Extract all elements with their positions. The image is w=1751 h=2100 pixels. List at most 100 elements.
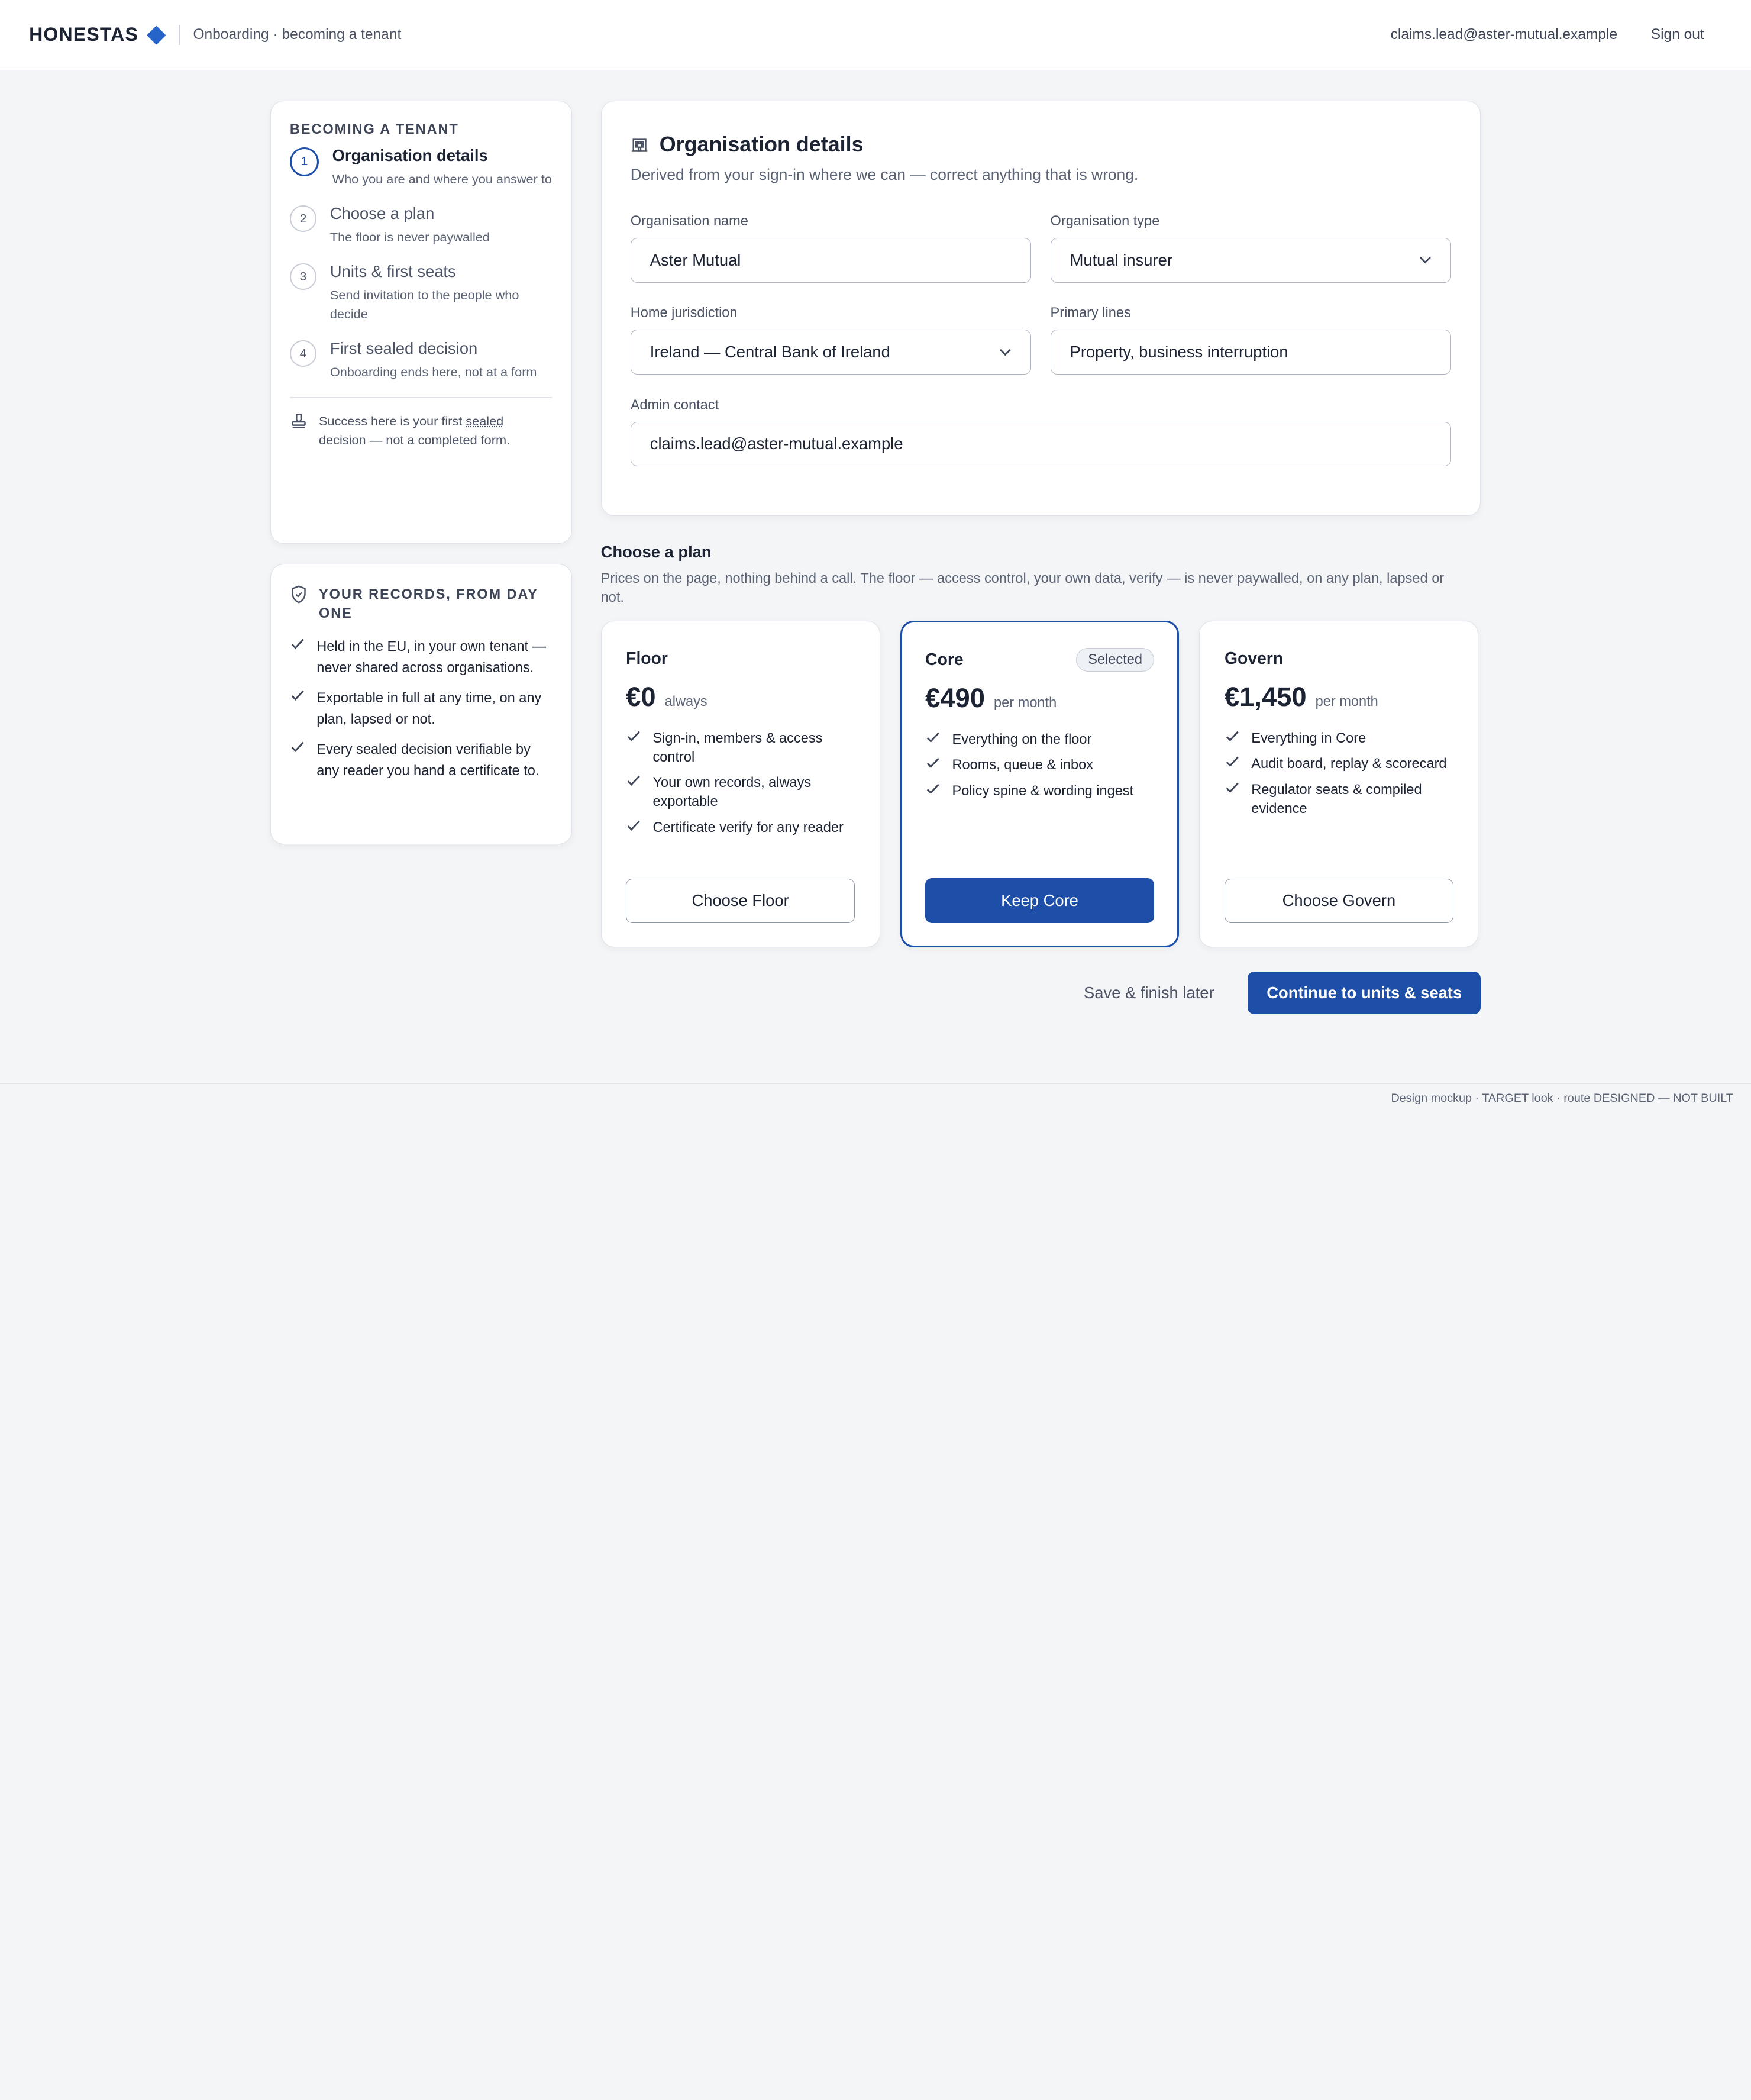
plan-feature-text: Audit board, replay & scorecard xyxy=(1251,756,1447,772)
save-finish-later-link[interactable]: Save & finish later xyxy=(1084,983,1214,1002)
records-header: YOUR RECORDS, FROM DAY ONE xyxy=(290,585,553,622)
steps-heading: BECOMING A TENANT xyxy=(289,121,459,137)
step-subtitle: The floor is never paywalled xyxy=(329,229,490,244)
org-name-input[interactable]: Aster Mutual xyxy=(630,238,1032,283)
records-card: YOUR RECORDS, FROM DAY ONE Held in the E… xyxy=(270,564,572,845)
top-bar: HONESTAS Onboarding · becoming a tenant … xyxy=(0,0,1751,70)
step-number: 4 xyxy=(289,340,317,367)
header-divider xyxy=(178,24,180,45)
records-item: Exportable in full at any time, on any p… xyxy=(290,688,553,730)
plan-feature-text: Your own records, always exportable xyxy=(652,775,812,809)
admin-contact-label: Admin contact xyxy=(630,396,719,412)
org-type-select[interactable]: Mutual insurer xyxy=(1050,238,1452,283)
plan-feature-text: Policy spine & wording ingest xyxy=(952,782,1134,798)
records-item: Held in the EU, in your own tenant — nev… xyxy=(290,636,553,679)
plan-header: Floor xyxy=(626,646,855,671)
plan-period: per month xyxy=(1315,693,1378,709)
org-details-subtitle: Derived from your sign-in where we can —… xyxy=(630,165,1139,183)
check-icon xyxy=(290,688,305,730)
plan-feature-text: Rooms, queue & inbox xyxy=(952,757,1094,773)
right-column: Organisation details Derived from your s… xyxy=(600,100,1481,1014)
org-title-row: Organisation details xyxy=(631,133,1451,157)
plan-name: Floor xyxy=(626,649,668,668)
success-note-text: Success here is your first sealed decisi… xyxy=(319,412,552,450)
check-icon xyxy=(626,773,641,811)
primary-lines-field-group: Primary lines Property, business interru… xyxy=(1050,305,1452,375)
step-organisation-details[interactable]: 1 Organisation details Who you are and w… xyxy=(289,146,553,189)
plan-price-row: €490 per month xyxy=(925,683,1154,714)
onboarding-steps-card: BECOMING A TENANT 1 Organisation details… xyxy=(270,100,572,544)
org-type-field-group: Organisation type Mutual insurer xyxy=(1050,212,1452,283)
check-icon xyxy=(290,636,305,679)
sign-out-link[interactable]: Sign out xyxy=(1651,27,1704,43)
org-name-field-group: Organisation name Aster Mutual xyxy=(630,213,1032,283)
choose-govern-button[interactable]: Choose Govern xyxy=(1224,878,1453,924)
step-title: Choose a plan xyxy=(329,204,435,223)
plan-feature: Certificate verify for any reader xyxy=(626,818,855,837)
records-item: Every sealed decision verifiable by any … xyxy=(290,739,553,782)
step-first-sealed-decision[interactable]: 4 First sealed decision Onboarding ends … xyxy=(289,339,553,382)
plan-feature: Audit board, replay & scorecard xyxy=(1225,754,1453,773)
check-icon xyxy=(626,728,641,766)
plan-feature: Rooms, queue & inbox xyxy=(925,755,1154,774)
plan-feature: Your own records, always exportable xyxy=(626,773,855,811)
plan-price: €490 xyxy=(925,683,985,714)
plan-card-core[interactable]: Core Selected €490 per month Everything … xyxy=(900,621,1180,947)
records-item-text: Exportable in full at any time, on any p… xyxy=(316,689,542,727)
header-user-area: claims.lead@aster-mutual.example Sign ou… xyxy=(1391,27,1722,43)
plan-feature: Policy spine & wording ingest xyxy=(925,781,1154,800)
step-title: Units & first seats xyxy=(329,262,456,281)
org-type-label: Organisation type xyxy=(1050,212,1160,228)
plan-feature: Regulator seats & compiled evidence xyxy=(1225,780,1453,818)
step-number: 2 xyxy=(289,205,317,233)
plan-feature: Everything in Core xyxy=(1225,728,1453,747)
plan-card-floor[interactable]: Floor €0 always Sign-in, members & acces… xyxy=(600,621,880,947)
step-choose-plan[interactable]: 2 Choose a plan The floor is never paywa… xyxy=(289,204,553,247)
plan-feature: Everything on the floor xyxy=(925,730,1154,749)
left-column: BECOMING A TENANT 1 Organisation details… xyxy=(270,100,572,845)
keep-core-button[interactable]: Keep Core xyxy=(925,878,1154,923)
plan-name: Core xyxy=(925,650,964,669)
check-icon xyxy=(1225,780,1240,818)
records-item-text: Held in the EU, in your own tenant — nev… xyxy=(316,638,547,675)
primary-lines-value: Property, business interruption xyxy=(1070,343,1288,362)
chevron-down-icon xyxy=(999,348,1012,357)
plan-price: €1,450 xyxy=(1224,682,1307,712)
org-details-title: Organisation details xyxy=(659,132,864,156)
plan-price: €0 xyxy=(626,682,656,712)
choose-floor-button[interactable]: Choose Floor xyxy=(626,878,855,924)
plan-feature-text: Regulator seats & compiled evidence xyxy=(1251,781,1422,816)
step-subtitle: Onboarding ends here, not at a form xyxy=(329,364,537,379)
check-icon xyxy=(1225,728,1240,747)
jurisdiction-value: Ireland — Central Bank of Ireland xyxy=(650,343,890,362)
building-icon xyxy=(631,136,648,153)
note-text-start: Success here is your first xyxy=(319,413,466,428)
success-note: Success here is your first sealed decisi… xyxy=(290,412,553,450)
jurisdiction-select[interactable]: Ireland — Central Bank of Ireland xyxy=(630,330,1032,375)
org-form: Organisation name Aster Mutual Organisat… xyxy=(630,212,1452,467)
step-subtitle: Who you are and where you answer to xyxy=(332,171,552,186)
step-units-seats[interactable]: 3 Units & first seats Send invitation to… xyxy=(289,262,553,324)
page: HONESTAS Onboarding · becoming a tenant … xyxy=(0,0,1751,1112)
admin-contact-field-group: Admin contact claims.lead@aster-mutual.e… xyxy=(630,396,1452,467)
check-icon xyxy=(1225,754,1240,773)
organisation-details-card: Organisation details Derived from your s… xyxy=(600,100,1481,517)
plans-subtitle: Prices on the page, nothing behind a cal… xyxy=(600,570,1445,605)
note-text-end: decision — not a completed form. xyxy=(319,432,511,447)
brand-logo[interactable]: HONESTAS xyxy=(29,24,166,46)
org-name-value: Aster Mutual xyxy=(650,250,741,269)
continue-button[interactable]: Continue to units & seats xyxy=(1248,972,1481,1014)
plan-feature-text: Sign-in, members & access control xyxy=(652,730,823,764)
check-icon xyxy=(925,755,941,774)
step-title: First sealed decision xyxy=(329,339,478,358)
admin-contact-input[interactable]: claims.lead@aster-mutual.example xyxy=(630,421,1452,467)
plan-feature-text: Certificate verify for any reader xyxy=(652,819,844,835)
primary-lines-input[interactable]: Property, business interruption xyxy=(1050,330,1452,375)
form-actions: Save & finish later Continue to units & … xyxy=(601,972,1481,1014)
plans-title: Choose a plan xyxy=(600,543,712,562)
plan-card-govern[interactable]: Govern €1,450 per month Everything in Co… xyxy=(1199,621,1479,947)
plan-cards: Floor €0 always Sign-in, members & acces… xyxy=(600,621,1481,947)
sealed-term: sealed xyxy=(466,413,504,428)
steps-divider xyxy=(289,397,553,399)
user-email: claims.lead@aster-mutual.example xyxy=(1390,26,1618,43)
